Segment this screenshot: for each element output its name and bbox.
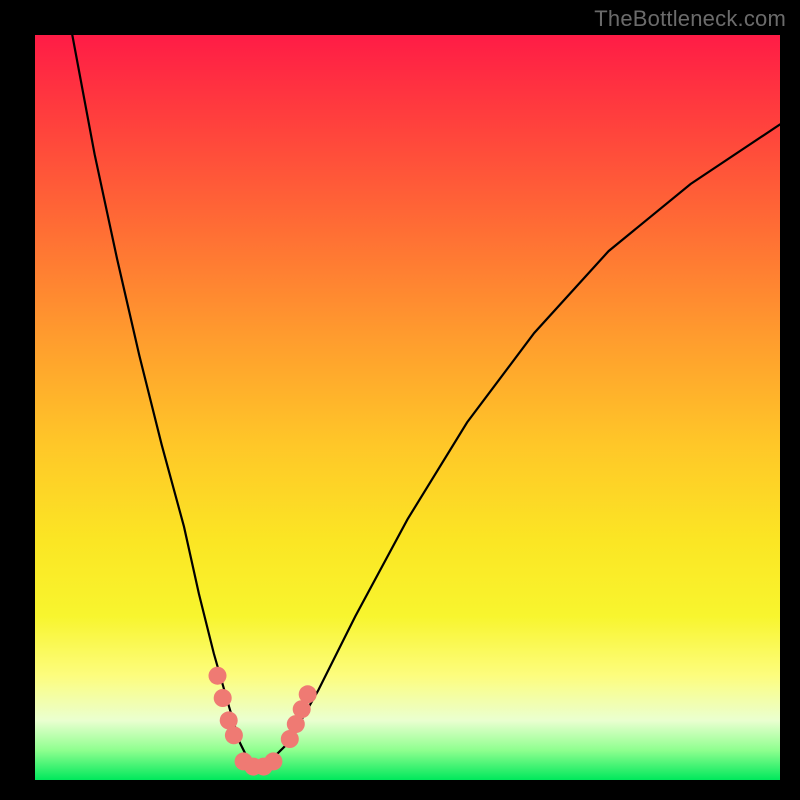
data-marker [209, 667, 227, 685]
data-marker [225, 726, 243, 744]
chart-frame: TheBottleneck.com [0, 0, 800, 800]
bottleneck-curve [72, 35, 780, 765]
data-marker [214, 689, 232, 707]
curve-svg [35, 35, 780, 780]
data-marker [264, 752, 282, 770]
data-marker [299, 685, 317, 703]
plot-area [35, 35, 780, 780]
marker-group [209, 667, 317, 776]
watermark-text: TheBottleneck.com [594, 6, 786, 32]
